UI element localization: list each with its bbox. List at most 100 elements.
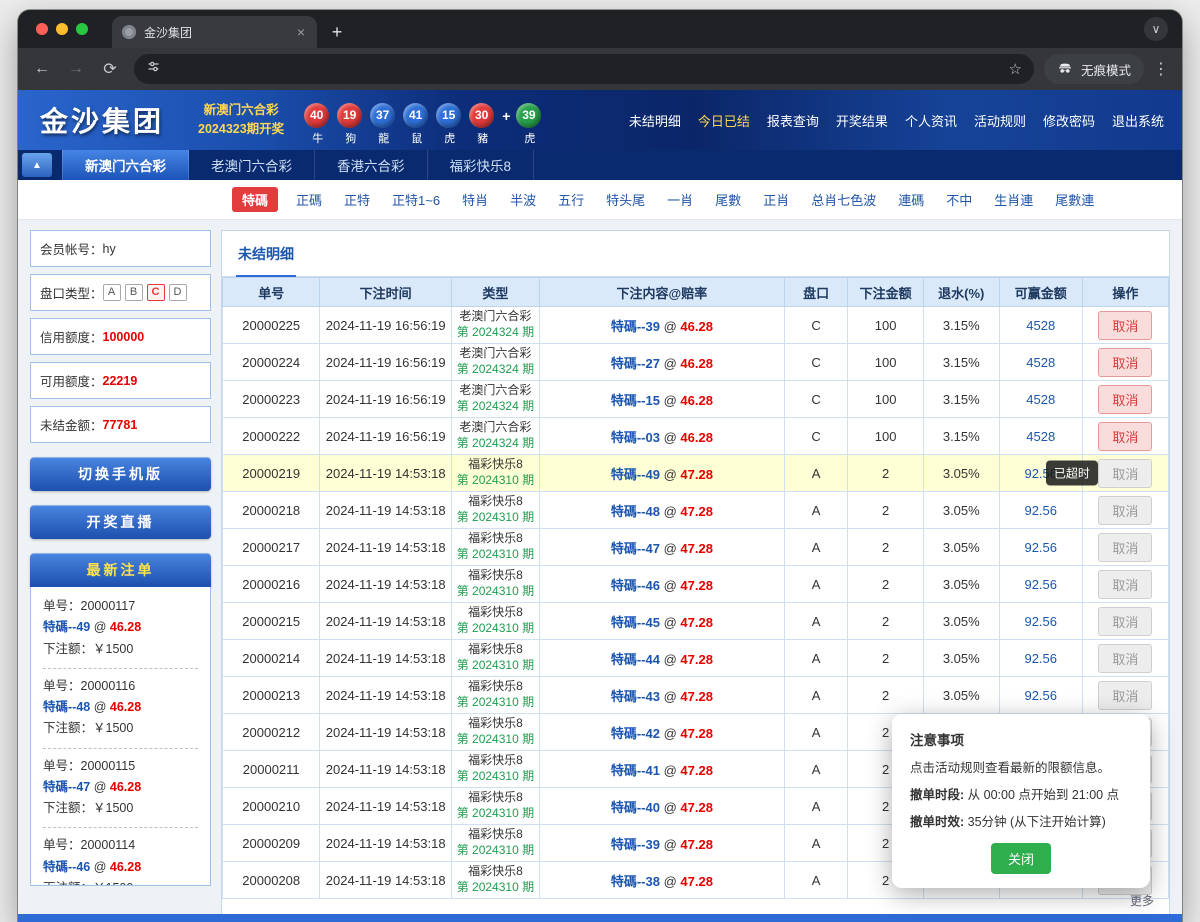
subnav-item[interactable]: 特碼 [232,187,278,212]
type-name: 福彩快乐8 [452,568,539,584]
ball-number: 30 [469,103,494,128]
bookmark-star-icon[interactable]: ☆ [1009,60,1022,78]
type-name: 福彩快乐8 [452,531,539,547]
cell-time: 2024-11-19 16:56:19 [320,381,451,418]
forward-button[interactable]: → [62,55,90,83]
bet-entry: 单号：20000117特碼--49 @ 46.28下注额：￥1500 [43,589,198,669]
handicap-options: ABCD [103,284,187,301]
header-nav-item[interactable]: 报表查询 [767,111,819,130]
cell-type: 福彩快乐8第 2024310 期 [451,862,539,899]
subnav-item[interactable]: 正肖 [759,187,793,212]
more-link[interactable]: 更多 [1130,892,1154,909]
lottery-tab[interactable]: 新澳门六合彩 [62,150,189,180]
notice-close-button[interactable]: 关闭 [991,843,1051,874]
header-nav-item[interactable]: 个人资讯 [905,111,957,130]
back-button[interactable]: ← [28,55,56,83]
lottery-tabs: 新澳门六合彩老澳门六合彩香港六合彩福彩快乐8 [62,150,534,180]
handicap-option[interactable]: C [147,284,165,301]
header-nav-item[interactable]: 修改密码 [1043,111,1095,130]
collapse-arrow-button[interactable]: ▲ [22,153,52,177]
column-header: 单号 [223,278,320,307]
header-nav: 未结明细今日已结报表查询开奖结果个人资讯活动规则修改密码退出系统 [629,111,1182,130]
cell-win: 92.56 [999,603,1082,640]
cell-amount: 100 [848,307,924,344]
handicap-row: 盘口类型： ABCD [30,274,211,311]
cell-bet: 特碼--38 @ 47.28 [539,862,784,899]
cell-type: 福彩快乐8第 2024310 期 [451,677,539,714]
table-row: 200002182024-11-19 14:53:18福彩快乐8第 202431… [223,492,1169,529]
type-period: 第 2024310 期 [452,843,539,859]
cancel-button[interactable]: 取消 [1098,422,1152,451]
subnav-item[interactable]: 半波 [506,187,540,212]
type-name: 福彩快乐8 [452,827,539,843]
column-header: 退水(%) [923,278,999,307]
close-window-button[interactable] [36,23,48,35]
table-row: 200002142024-11-19 14:53:18福彩快乐8第 202431… [223,640,1169,677]
credit-row: 信用额度： 100000 [30,318,211,355]
maximize-window-button[interactable] [76,23,88,35]
header-nav-item[interactable]: 开奖结果 [836,111,888,130]
address-bar[interactable]: ☆ [134,54,1034,84]
site-settings-icon[interactable] [146,59,161,79]
subnav-item[interactable]: 正碼 [292,187,326,212]
subnav-item[interactable]: 总肖七色波 [807,187,880,212]
header-nav-item[interactable]: 未结明细 [629,111,681,130]
cancel-button[interactable]: 取消 [1098,311,1152,340]
subnav-item[interactable]: 不中 [942,187,976,212]
cell-time: 2024-11-19 14:53:18 [320,529,451,566]
table-row: 200002192024-11-19 14:53:18福彩快乐8第 202431… [223,455,1169,492]
cell-bet: 特碼--15 @ 46.28 [539,381,784,418]
account-label: 会员帐号： [40,239,103,258]
switch-mobile-button[interactable]: 切换手机版 [30,457,211,491]
credit-label: 信用额度： [40,327,103,346]
cell-bet: 特碼--47 @ 47.28 [539,529,784,566]
subnav-item[interactable]: 正特1~6 [388,187,444,212]
bet-name: 特碼--46 [611,578,660,593]
subnav-item[interactable]: 特头尾 [602,187,649,212]
lottery-tab[interactable]: 老澳门六合彩 [189,150,315,180]
bet-name: 特碼--45 [611,615,660,630]
handicap-option[interactable]: D [169,284,187,301]
bet-amount-label: 下注额： [43,801,93,815]
live-draw-button[interactable]: 开奖直播 [30,505,211,539]
new-tab-button[interactable]: + [323,18,351,46]
header-nav-item[interactable]: 活动规则 [974,111,1026,130]
subnav-item[interactable]: 尾數連 [1051,187,1098,212]
subnav-item[interactable]: 正特 [340,187,374,212]
browser-menu-icon[interactable]: ⋮ [1150,59,1172,79]
subnav-item[interactable]: 連碼 [894,187,928,212]
handicap-option[interactable]: A [103,284,121,301]
tab-search-icon[interactable]: ∨ [1144,17,1168,41]
bet-odds: 46.28 [680,356,713,371]
cancel-button[interactable]: 取消 [1098,348,1152,377]
cell-rebate: 3.05% [923,566,999,603]
header-nav-item[interactable]: 退出系统 [1112,111,1164,130]
cancel-button[interactable]: 取消 [1098,385,1152,414]
handicap-option[interactable]: B [125,284,143,301]
subnav-item[interactable]: 特肖 [458,187,492,212]
lottery-tab[interactable]: 福彩快乐8 [428,150,535,180]
table-row: 200002132024-11-19 14:53:18福彩快乐8第 202431… [223,677,1169,714]
browser-tab[interactable]: 金沙集团 × [112,16,317,48]
tab-close-icon[interactable]: × [295,24,307,40]
minimize-window-button[interactable] [56,23,68,35]
lottery-tab[interactable]: 香港六合彩 [315,150,428,180]
incognito-icon [1057,60,1073,79]
tab-title: 金沙集团 [144,24,287,41]
at-symbol: @ [664,837,677,852]
subnav-item[interactable]: 生肖連 [990,187,1037,212]
tab-favicon-icon [122,25,136,39]
table-row: 200002252024-11-19 16:56:19老澳门六合彩第 20243… [223,307,1169,344]
at-symbol: @ [664,763,677,778]
cell-order-no: 20000208 [223,862,320,899]
bet-odds: 47.28 [680,837,713,852]
at-symbol: @ [664,393,677,408]
reload-button[interactable]: ⟳ [96,55,124,83]
subnav-item[interactable]: 一肖 [663,187,697,212]
subnav-item[interactable]: 五行 [554,187,588,212]
bet-odds: 46.28 [680,393,713,408]
subnav-item[interactable]: 尾數 [711,187,745,212]
type-period: 第 2024324 期 [452,399,539,415]
header-nav-item[interactable]: 今日已结 [698,111,750,130]
column-header: 下注金额 [848,278,924,307]
